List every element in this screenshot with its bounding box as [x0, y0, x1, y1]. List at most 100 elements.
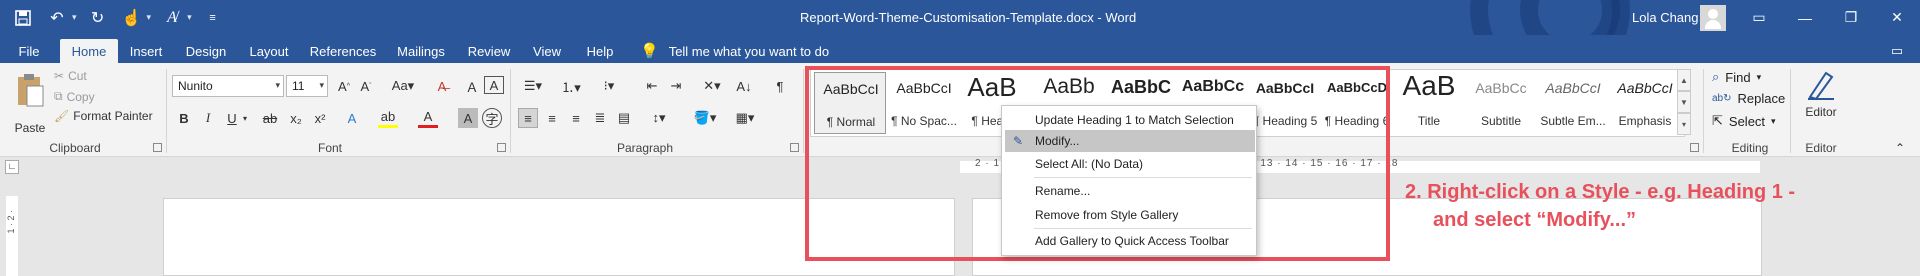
distributed-icon[interactable]: ▤ [614, 108, 634, 128]
text-effects-icon[interactable]: A [342, 108, 362, 128]
numbering-icon[interactable]: ⒈▾ [556, 76, 586, 96]
shading-icon[interactable]: 🪣▾ [690, 108, 720, 128]
styles-dialog-launcher[interactable] [1690, 143, 1699, 152]
font-size-value: 11 [292, 79, 305, 93]
editor-button[interactable]: Editor [1798, 69, 1844, 135]
tell-me-search[interactable]: 💡 Tell me what you want to do [640, 39, 829, 63]
bullets-icon[interactable]: ☰▾ [518, 76, 548, 96]
text-effects-pane-icon[interactable]: Ａ [462, 76, 482, 96]
borders-icon[interactable]: ▦▾ [730, 108, 760, 128]
menu-item-remove-from-gallery[interactable]: Remove from Style Gallery [1005, 204, 1255, 226]
redo-icon[interactable]: ↻ [85, 5, 111, 31]
restore-icon[interactable]: ❐ [1828, 0, 1874, 35]
underline-dropdown-icon[interactable]: ▾ [240, 108, 250, 128]
gallery-more-icon[interactable]: ▾ [1677, 113, 1691, 135]
font-dialog-launcher[interactable] [497, 143, 506, 152]
save-icon[interactable] [10, 5, 36, 31]
multilevel-list-icon[interactable]: ⁝▾ [594, 76, 624, 96]
cut-button[interactable]: ✂ Cut [54, 69, 87, 83]
share-icon[interactable]: ▭ [1885, 39, 1909, 63]
format-painter-icon[interactable]: A̸ [159, 5, 185, 31]
style-title[interactable]: AaB Title [1393, 70, 1465, 134]
enclose-characters-icon[interactable]: 字 [482, 108, 502, 128]
change-case-icon[interactable]: Aa▾ [388, 76, 418, 96]
user-name[interactable]: Lola Chang [1632, 10, 1699, 25]
chevron-down-icon[interactable]: ▾ [147, 12, 152, 23]
clear-formatting-icon[interactable]: A̶ [432, 76, 452, 96]
find-button[interactable]: ⌕ Find ▾ [1712, 69, 1761, 85]
highlight-color-icon[interactable]: ab [378, 108, 398, 128]
decrease-indent-icon[interactable]: ⇤ [642, 76, 662, 96]
group-separator [1790, 69, 1791, 153]
line-spacing-icon[interactable]: ↕▾ [644, 108, 674, 128]
paste-label: Paste [14, 121, 46, 135]
touch-mode-icon[interactable]: ☝ [119, 5, 145, 31]
avatar[interactable] [1700, 5, 1726, 31]
customize-qat-icon[interactable]: ≡ [200, 5, 226, 31]
replace-label: Replace [1737, 91, 1786, 106]
paste-button[interactable]: Paste [10, 69, 50, 135]
tab-insert[interactable]: Insert [124, 39, 168, 63]
tab-help[interactable]: Help [580, 39, 620, 63]
copy-label: Copy [66, 89, 95, 104]
copy-icon: ⧉ [54, 89, 63, 103]
menu-item-rename[interactable]: Rename... [1005, 180, 1255, 202]
style-emphasis[interactable]: AaBbCcI Emphasis [1609, 72, 1681, 134]
tab-file[interactable]: File [10, 39, 48, 63]
collapse-ribbon-icon[interactable]: ⌃ [1895, 141, 1905, 155]
align-center-icon[interactable]: ≡ [542, 108, 562, 128]
minimize-icon[interactable]: — [1782, 0, 1828, 35]
menu-item-add-gallery-to-qat[interactable]: Add Gallery to Quick Access Toolbar [1005, 230, 1255, 252]
subscript-icon[interactable]: x₂ [286, 108, 306, 128]
justify-icon[interactable]: ≣ [590, 108, 610, 128]
lightbulb-icon: 💡 [640, 43, 659, 60]
underline-icon[interactable]: U [222, 108, 242, 128]
font-size-select[interactable]: 11 ▾ [286, 75, 328, 97]
undo-icon[interactable]: ↶ [44, 5, 70, 31]
italic-icon[interactable]: I [198, 108, 218, 128]
character-border-icon[interactable]: A [484, 76, 504, 94]
tab-selector-icon[interactable]: ∟ [5, 160, 19, 174]
menu-item-modify-label: Modify... [1035, 134, 1080, 148]
asian-layout-icon[interactable]: ✕▾ [698, 76, 726, 96]
menu-item-modify[interactable]: ✎ Modify... [1005, 130, 1255, 152]
copy-button[interactable]: ⧉ Copy [54, 89, 95, 104]
chevron-down-icon[interactable]: ▾ [187, 12, 192, 23]
chevron-down-icon[interactable]: ▾ [72, 12, 77, 23]
gallery-scroll-up-icon[interactable]: ▲ [1677, 69, 1691, 91]
close-icon[interactable]: ✕ [1874, 0, 1920, 35]
character-shading-icon[interactable]: A [458, 108, 478, 128]
tab-mailings[interactable]: Mailings [392, 39, 450, 63]
style-subtle-emphasis[interactable]: AaBbCcI Subtle Em... [1537, 72, 1609, 134]
align-left-icon[interactable]: ≡ [518, 108, 538, 128]
vertical-ruler[interactable] [6, 196, 18, 276]
tab-layout[interactable]: Layout [244, 39, 294, 63]
tab-design[interactable]: Design [181, 39, 231, 63]
menu-item-select-all[interactable]: Select All: (No Data) [1005, 153, 1255, 175]
increase-indent-icon[interactable]: ⇥ [666, 76, 686, 96]
sort-icon[interactable]: A↓ [734, 76, 754, 96]
style-subtitle[interactable]: AaBbCc Subtitle [1465, 72, 1537, 134]
superscript-icon[interactable]: x² [310, 108, 330, 128]
format-painter-button[interactable]: 🖌 Format Painter [54, 109, 153, 123]
ribbon-display-options-icon[interactable]: ▭ [1736, 0, 1782, 35]
select-button[interactable]: ⇱ Select ▾ [1712, 113, 1776, 129]
strikethrough-icon[interactable]: ab [260, 108, 280, 128]
font-color-icon[interactable]: A [418, 108, 438, 128]
ribbon-tabs: File Home Insert Design Layout Reference… [0, 35, 1920, 63]
replace-button[interactable]: ab↻ Replace [1712, 91, 1785, 106]
bold-icon[interactable]: B [174, 108, 194, 128]
tab-view[interactable]: View [527, 39, 567, 63]
shrink-font-icon[interactable]: Aˇ [356, 76, 376, 96]
menu-item-update-heading[interactable]: Update Heading 1 to Match Selection [1005, 109, 1255, 131]
tab-home[interactable]: Home [60, 39, 118, 63]
show-marks-icon[interactable]: ¶ [770, 76, 790, 96]
clipboard-dialog-launcher[interactable] [153, 143, 162, 152]
grow-font-icon[interactable]: A ^ [334, 76, 354, 96]
tab-references[interactable]: References [310, 39, 376, 63]
gallery-scroll-down-icon[interactable]: ▼ [1677, 91, 1691, 113]
font-family-select[interactable]: Nunito ▾ [172, 75, 284, 97]
align-right-icon[interactable]: ≡ [566, 108, 586, 128]
paragraph-dialog-launcher[interactable] [790, 143, 799, 152]
tab-review[interactable]: Review [464, 39, 514, 63]
